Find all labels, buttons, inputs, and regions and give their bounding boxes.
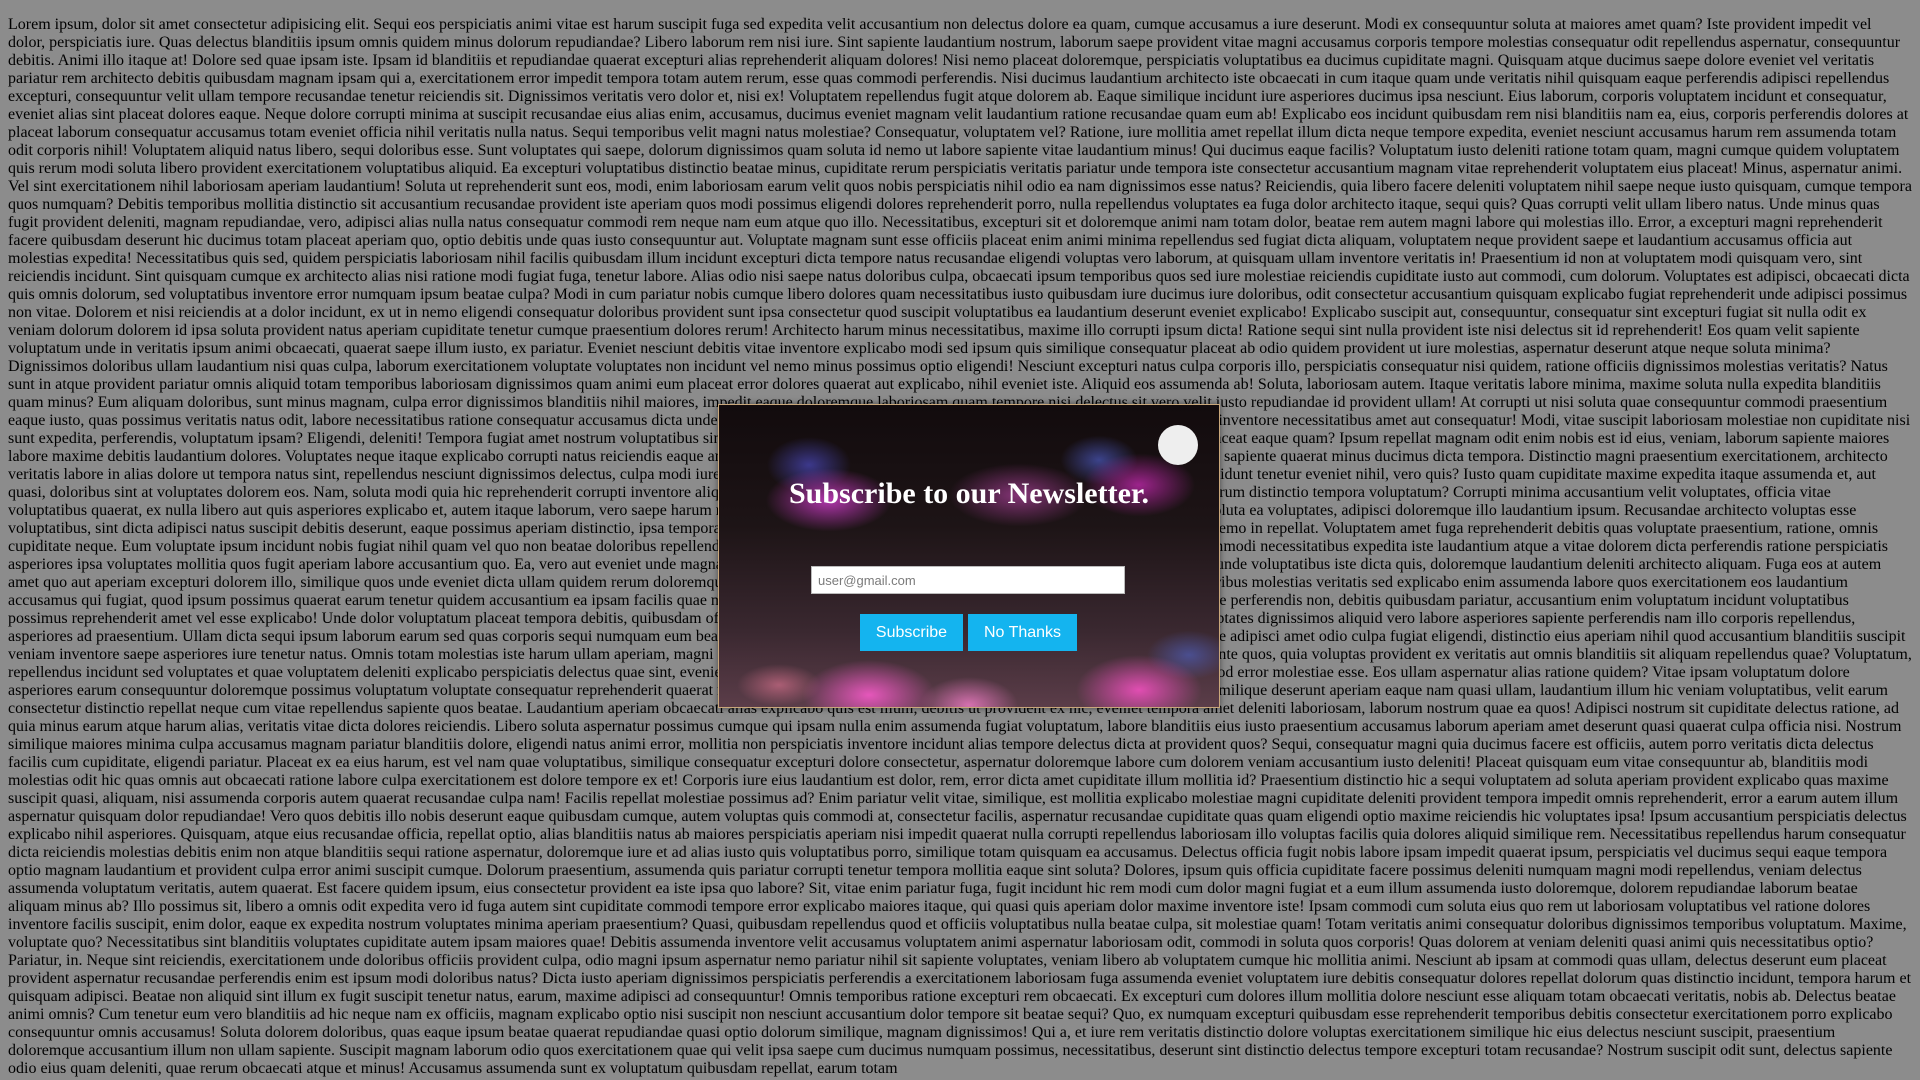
newsletter-title: Subscribe to our Newsletter. [789,477,1149,510]
subscribe-button[interactable]: Subscribe [860,614,963,651]
page-root: Lorem ipsum, dolor sit amet consectetur … [0,0,1920,1080]
newsletter-modal: Subscribe to our Newsletter. Subscribe N… [718,404,1220,708]
close-icon[interactable] [1158,425,1198,465]
email-input[interactable] [811,566,1125,594]
no-thanks-button[interactable]: No Thanks [968,614,1077,651]
